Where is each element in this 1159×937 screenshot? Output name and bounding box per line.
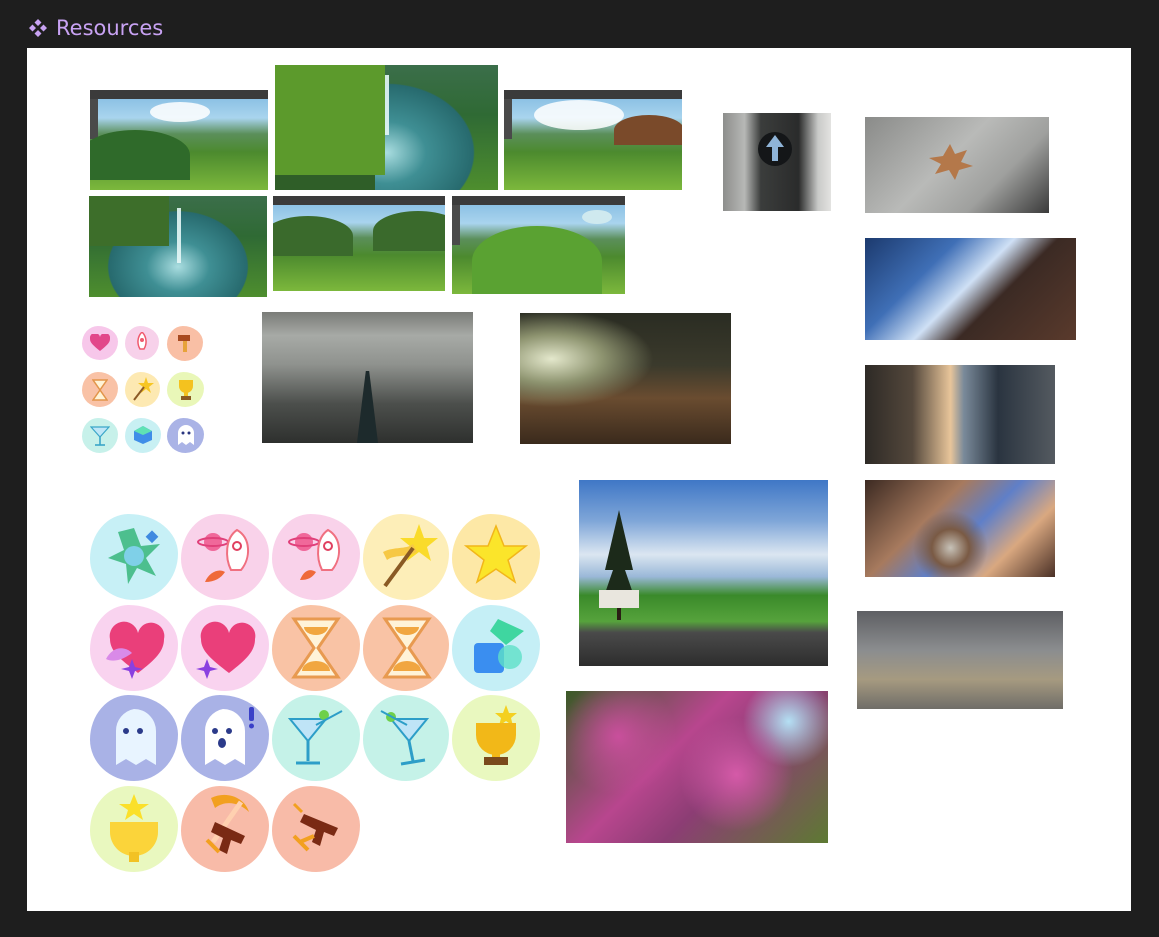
blossom-tree-photo[interactable] xyxy=(865,480,1055,577)
cocktail-icon[interactable] xyxy=(82,418,118,453)
game-screenshot[interactable] xyxy=(504,90,682,190)
resources-canvas[interactable] xyxy=(27,48,1131,911)
redbud-blossom-photo[interactable] xyxy=(566,691,828,843)
magic-wand-icon[interactable] xyxy=(363,514,449,600)
cocktail-icon[interactable] xyxy=(363,695,449,781)
component-icon xyxy=(29,19,47,37)
towers-looking-up-photo[interactable] xyxy=(865,238,1076,340)
game-lake-screenshot[interactable] xyxy=(89,196,267,297)
gun-icon[interactable] xyxy=(272,786,360,872)
cocktail-icon[interactable] xyxy=(272,695,360,781)
frame-title: Resources xyxy=(56,16,164,40)
trophy-icon[interactable] xyxy=(167,372,204,407)
atrium-photo[interactable] xyxy=(857,611,1063,709)
rocket-icon[interactable] xyxy=(272,514,360,600)
frame-header[interactable]: Resources xyxy=(28,14,163,42)
sickle-gun-icon[interactable] xyxy=(181,786,269,872)
hourglass-icon[interactable] xyxy=(82,372,118,407)
trophy-icon[interactable] xyxy=(90,786,178,872)
dry-leaf-photo[interactable] xyxy=(865,117,1049,213)
game-screenshot[interactable] xyxy=(273,196,445,291)
cube-icon[interactable] xyxy=(452,605,540,691)
classroom-render[interactable] xyxy=(520,313,731,444)
game-lake-screenshot[interactable] xyxy=(275,65,498,190)
rocket-icon[interactable] xyxy=(125,326,159,360)
pedestrian-button-photo[interactable] xyxy=(723,113,831,211)
train-interior-render[interactable] xyxy=(262,312,473,443)
cube-icon[interactable] xyxy=(125,418,161,453)
glass-towers-photo[interactable] xyxy=(865,365,1055,464)
trophy-icon[interactable] xyxy=(452,695,540,781)
hourglass-icon[interactable] xyxy=(272,605,360,691)
game-screenshot[interactable] xyxy=(452,196,625,294)
ghost-icon[interactable] xyxy=(181,695,269,781)
park-sky-photo[interactable] xyxy=(579,480,828,666)
ghost-icon[interactable] xyxy=(90,695,178,781)
game-screenshot[interactable] xyxy=(90,90,268,190)
rocket-icon[interactable] xyxy=(181,514,269,600)
heart-icon[interactable] xyxy=(90,605,178,691)
star-icon[interactable] xyxy=(452,514,540,600)
magic-wand-icon[interactable] xyxy=(125,372,160,407)
gem-icon[interactable] xyxy=(90,514,178,600)
ghost-icon[interactable] xyxy=(167,418,204,453)
heart-icon[interactable] xyxy=(181,605,269,691)
hammer-icon[interactable] xyxy=(167,326,203,361)
hourglass-icon[interactable] xyxy=(363,605,449,691)
heart-icon[interactable] xyxy=(82,326,118,360)
